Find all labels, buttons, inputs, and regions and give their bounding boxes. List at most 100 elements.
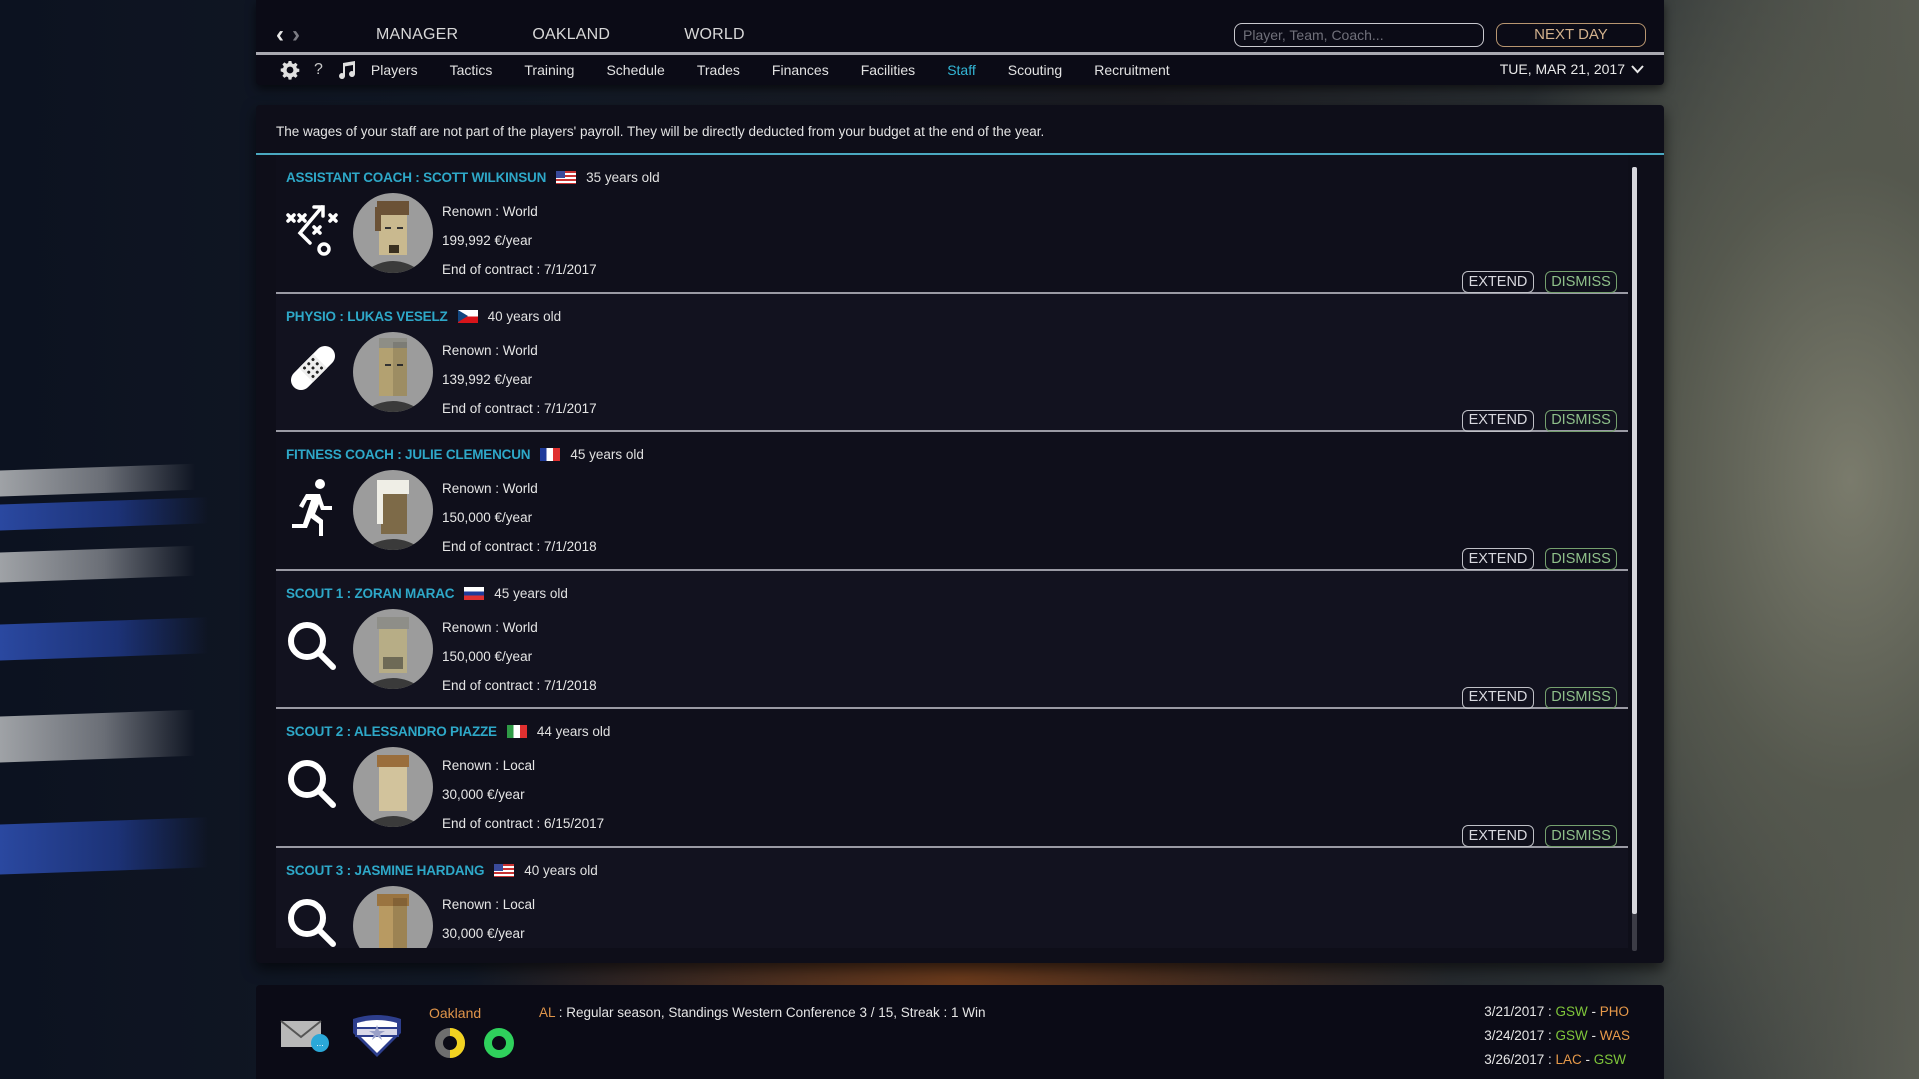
extend-button[interactable]: EXTEND [1462, 548, 1534, 570]
dismiss-button[interactable]: DISMISS [1545, 271, 1617, 293]
sub-nav: ? Players Tactics Training Schedule Trad… [280, 60, 1202, 80]
tab-trades[interactable]: Trades [697, 62, 740, 78]
upcoming-game[interactable]: 3/26/2017 : LAC - GSW [1484, 1048, 1630, 1072]
flag-slovenia-icon [464, 586, 485, 600]
staff-contract-end: End of contract : 7/1/2018 [442, 539, 597, 554]
tab-staff[interactable]: Staff [947, 62, 976, 78]
tab-scouting[interactable]: Scouting [1008, 62, 1062, 78]
staff-row: SCOUT 3 : JASMINE HARDANG 40 years old R… [276, 847, 1628, 948]
tab-schedule[interactable]: Schedule [606, 62, 664, 78]
dismiss-button[interactable]: DISMISS [1545, 686, 1617, 709]
staff-contract-end: End of contract : 6/15/2017 [442, 816, 605, 831]
staff-list: ASSISTANT COACH : SCOTT WILKINSUN 35 yea… [276, 155, 1628, 948]
help-icon[interactable]: ? [314, 61, 323, 79]
staff-panel: The wages of your staff are not part of … [256, 105, 1664, 963]
background-stripe [0, 815, 260, 875]
next-day-button[interactable]: NEXT DAY [1496, 23, 1646, 47]
chevron-left-icon[interactable]: ‹ [276, 23, 284, 47]
staff-role-name[interactable]: FITNESS COACH : JULIE CLEMENCUN [286, 447, 531, 462]
tab-recruitment[interactable]: Recruitment [1094, 62, 1169, 78]
gear-icon[interactable] [280, 60, 300, 80]
staff-role-name[interactable]: SCOUT 2 : ALESSANDRO PIAZZE [286, 724, 497, 739]
background-stripe [0, 707, 260, 763]
current-date: TUE, MAR 21, 2017 [1499, 61, 1625, 77]
background-stripe [0, 543, 260, 583]
chevron-right-icon[interactable]: › [292, 23, 300, 47]
staff-contract-end: End of contract : 7/1/2017 [442, 262, 597, 277]
status-footer: ... Oakland AL : Regular season, Standin… [256, 985, 1664, 1079]
flag-usa-icon [556, 171, 577, 184]
date-selector[interactable]: TUE, MAR 21, 2017 [1500, 61, 1644, 77]
staff-wage: 30,000 €/year [442, 925, 525, 941]
flag-usa-icon [494, 863, 515, 877]
season-status-text: : Regular season, Standings Western Conf… [555, 1005, 986, 1020]
main-nav-world[interactable]: WORLD [684, 26, 745, 44]
dismiss-button[interactable]: DISMISS [1545, 825, 1617, 847]
staff-wage: 139,992 €/year [442, 371, 533, 387]
chevron-down-icon [1631, 64, 1644, 73]
background-stripe [0, 615, 260, 661]
team-name[interactable]: Oakland [429, 1005, 481, 1021]
league-code[interactable]: AL [539, 1005, 555, 1020]
history-nav: ‹ › [276, 23, 300, 47]
staff-role-name[interactable]: SCOUT 3 : JASMINE HARDANG [286, 863, 484, 878]
season-status: AL : Regular season, Standings Western C… [539, 1005, 986, 1020]
team-logo[interactable] [349, 1013, 405, 1064]
staff-renown: Renown : World [442, 481, 538, 496]
staff-contract-end: End of contract : 7/1/2018 [442, 677, 597, 693]
team-form-ring-icon [482, 1026, 516, 1065]
staff-role-name[interactable]: SCOUT 1 : ZORAN MARAC [286, 586, 454, 601]
tab-players[interactable]: Players [371, 62, 418, 78]
staff-renown: Renown : Local [442, 758, 536, 773]
tab-finances[interactable]: Finances [772, 62, 829, 78]
staff-avatar [353, 885, 433, 948]
flag-italy-icon [506, 725, 527, 738]
staff-row: PHYSIO : LUKAS VESELZ 40 years old Renow… [276, 293, 1628, 432]
background-stripe [0, 495, 260, 531]
upcoming-games: 3/21/2017 : GSW - PHO 3/24/2017 : GSW - … [1484, 1000, 1630, 1072]
upcoming-game[interactable]: 3/24/2017 : GSW - WAS [1484, 1024, 1630, 1048]
staff-avatar [353, 331, 433, 412]
mail-icon[interactable]: ... [280, 1019, 332, 1058]
staff-contract-end: End of contract : 7/1/2017 [442, 400, 597, 416]
running-man-icon [284, 476, 342, 536]
tab-training[interactable]: Training [524, 62, 574, 78]
staff-row: SCOUT 1 : ZORAN MARAC 45 years old Renow… [276, 570, 1628, 709]
staff-age: 44 years old [536, 724, 611, 739]
extend-button[interactable]: EXTEND [1462, 409, 1534, 432]
tactics-play-icon [284, 199, 342, 259]
staff-wage: 30,000 €/year [442, 787, 525, 802]
flag-france-icon [540, 448, 561, 461]
main-nav: MANAGER OAKLAND WORLD [376, 26, 819, 44]
staff-avatar [353, 470, 433, 550]
search-input[interactable] [1234, 23, 1484, 47]
staff-renown: Renown : World [442, 204, 538, 219]
scrollbar[interactable] [1632, 167, 1637, 951]
tab-tactics[interactable]: Tactics [450, 62, 493, 78]
team-morale-ring-icon [433, 1026, 467, 1065]
dismiss-button[interactable]: DISMISS [1545, 548, 1617, 570]
staff-role-name[interactable]: ASSISTANT COACH : SCOTT WILKINSUN [286, 170, 546, 185]
extend-button[interactable]: EXTEND [1462, 271, 1534, 293]
staff-row: SCOUT 2 : ALESSANDRO PIAZZE 44 years old… [276, 709, 1628, 848]
main-nav-oakland[interactable]: OAKLAND [532, 26, 610, 44]
divider [256, 52, 1664, 55]
upcoming-game[interactable]: 3/21/2017 : GSW - PHO [1484, 1000, 1630, 1024]
flag-czech-icon [457, 309, 478, 323]
staff-renown: Renown : World [442, 619, 538, 635]
staff-age: 45 years old [570, 447, 644, 462]
staff-avatar [353, 193, 433, 273]
staff-row: ASSISTANT COACH : SCOTT WILKINSUN 35 yea… [276, 155, 1628, 294]
magnifier-icon [284, 615, 342, 675]
main-nav-manager[interactable]: MANAGER [376, 26, 458, 44]
extend-button[interactable]: EXTEND [1462, 825, 1534, 847]
staff-wage: 150,000 €/year [442, 510, 533, 525]
dismiss-button[interactable]: DISMISS [1545, 409, 1617, 432]
staff-row: FITNESS COACH : JULIE CLEMENCUN 45 years… [276, 432, 1628, 571]
staff-age: 40 years old [524, 862, 598, 878]
music-icon[interactable] [337, 60, 357, 80]
tab-facilities[interactable]: Facilities [861, 62, 915, 78]
extend-button[interactable]: EXTEND [1462, 686, 1534, 709]
scrollbar-thumb[interactable] [1632, 167, 1637, 914]
staff-role-name[interactable]: PHYSIO : LUKAS VESELZ [286, 309, 448, 324]
